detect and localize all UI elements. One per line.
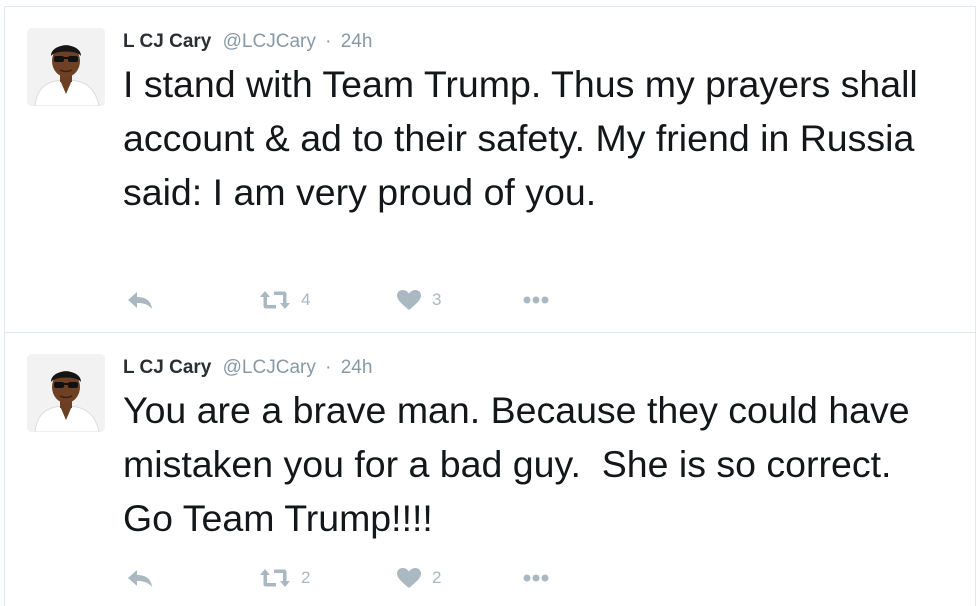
separator-dot: · <box>325 357 332 378</box>
reply-icon <box>128 292 152 309</box>
avatar[interactable] <box>27 28 105 106</box>
like-button[interactable]: 2 <box>396 563 441 593</box>
reply-icon <box>128 570 152 587</box>
more-icon <box>523 296 549 304</box>
more-button[interactable] <box>523 285 549 315</box>
retweet-button[interactable]: 4 <box>259 285 310 315</box>
more-button[interactable] <box>523 563 549 593</box>
tweet-actions: 4 3 <box>123 285 583 315</box>
author-name[interactable]: L CJ Cary <box>123 31 211 52</box>
like-count: 3 <box>432 290 442 309</box>
author-handle[interactable]: @LCJCary <box>223 31 316 52</box>
retweet-icon <box>260 291 290 309</box>
like-count: 2 <box>432 568 442 587</box>
retweet-button[interactable]: 2 <box>259 563 310 593</box>
tweet-text: I stand with Team Trump. Thus my prayers… <box>123 63 929 213</box>
tweet-text: You are a brave man. Because they could … <box>123 389 921 539</box>
timestamp[interactable]: 24h <box>341 31 373 52</box>
reply-button[interactable] <box>126 285 154 315</box>
author-handle[interactable]: @LCJCary <box>223 357 316 378</box>
heart-icon <box>397 290 421 310</box>
retweet-count: 2 <box>301 568 311 587</box>
retweet-icon <box>260 569 290 587</box>
tweet-header: L CJ Cary @LCJCary · 24h <box>123 27 372 57</box>
heart-icon <box>397 568 421 588</box>
tweet[interactable]: L CJ Cary @LCJCary · 24h You are a brave… <box>4 333 976 606</box>
like-button[interactable]: 3 <box>396 285 441 315</box>
avatar-image <box>27 28 105 106</box>
tweet-actions: 2 2 <box>123 563 583 593</box>
reply-button[interactable] <box>126 563 154 593</box>
timestamp[interactable]: 24h <box>341 357 373 378</box>
tweet[interactable]: L CJ Cary @LCJCary · 24h I stand with Te… <box>4 6 976 333</box>
tweet-feed: L CJ Cary @LCJCary · 24h I stand with Te… <box>0 0 980 606</box>
avatar[interactable] <box>27 354 105 432</box>
separator-dot: · <box>325 31 332 52</box>
more-icon <box>523 574 549 582</box>
retweet-count: 4 <box>301 290 311 309</box>
tweet-header: L CJ Cary @LCJCary · 24h <box>123 353 372 383</box>
author-name[interactable]: L CJ Cary <box>123 357 211 378</box>
avatar-image <box>27 354 105 432</box>
